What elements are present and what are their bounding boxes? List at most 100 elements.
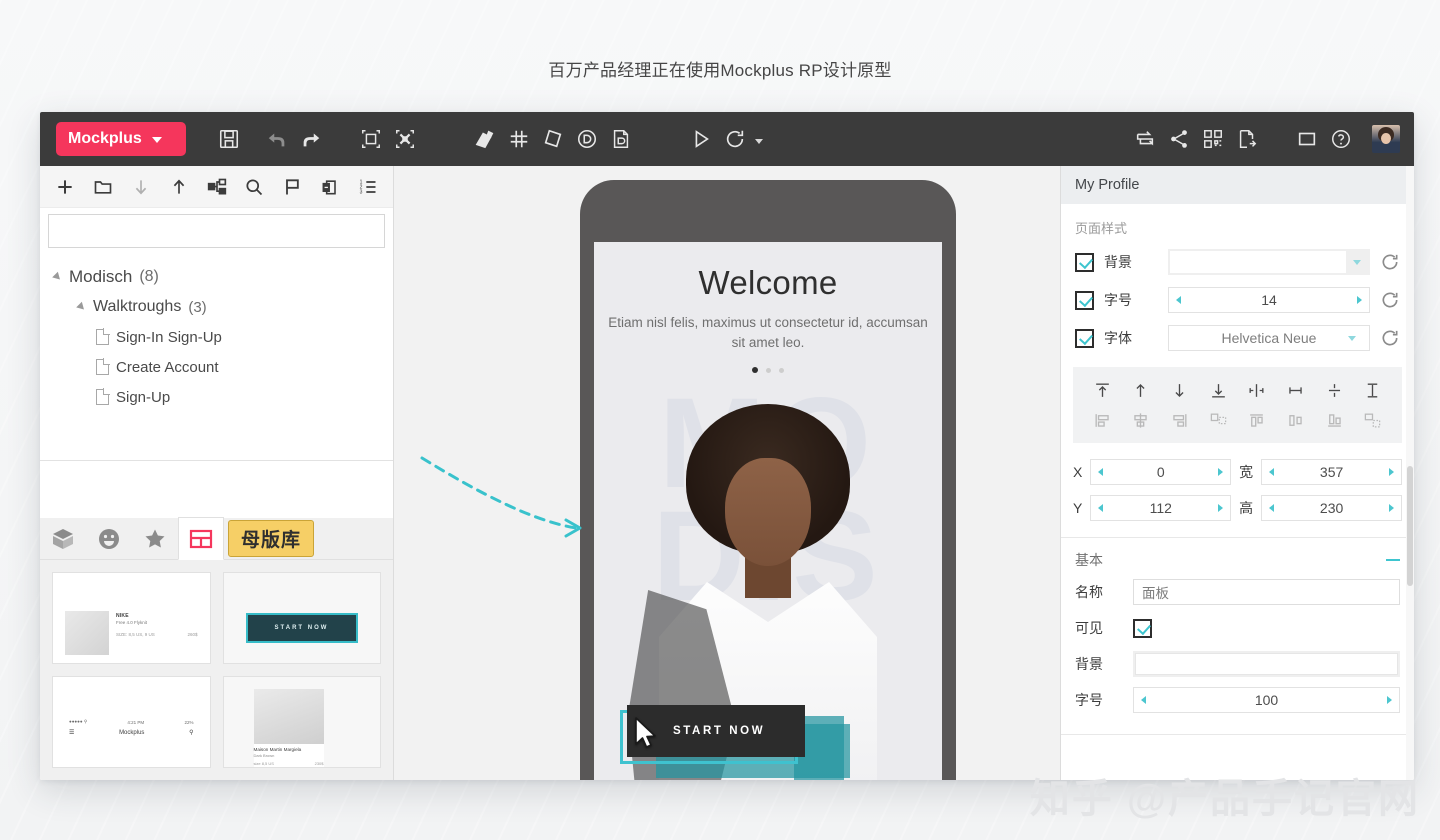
- right-panel-scrollbar[interactable]: [1406, 166, 1414, 780]
- library-card-mobile-header[interactable]: ●●●●● ⚲ 4:21 PM 22% ☰ Mockplus ⚲: [52, 676, 211, 768]
- qrcode-icon[interactable]: [1196, 122, 1230, 156]
- width-stepper[interactable]: 357: [1261, 459, 1402, 485]
- align-bottom-out-icon[interactable]: [1199, 375, 1238, 405]
- basic-section-header[interactable]: 基本: [1061, 538, 1414, 574]
- decrement-icon[interactable]: [1098, 504, 1103, 512]
- triangle-expanded-icon[interactable]: [52, 272, 63, 283]
- font-family-checkbox[interactable]: [1075, 329, 1094, 348]
- search-input[interactable]: [49, 215, 384, 247]
- decrement-icon[interactable]: [1098, 468, 1103, 476]
- color-swatch[interactable]: [1170, 251, 1346, 273]
- align-right-edge-icon[interactable]: [1315, 405, 1354, 435]
- tree-item-modisch[interactable]: Modisch (8): [40, 262, 393, 292]
- tree-item-create-account[interactable]: Create Account: [40, 352, 393, 382]
- name-input[interactable]: 面板: [1133, 579, 1400, 605]
- library-card-nike[interactable]: NIKE Free 4.0 Flyknit SIZE: 8,5 US, 9 US…: [52, 572, 211, 664]
- color-swatch[interactable]: [1135, 653, 1398, 675]
- align-right-icon[interactable]: [1160, 405, 1199, 435]
- sitemap-icon[interactable]: [198, 167, 236, 207]
- reset-font-family-icon[interactable]: [1380, 328, 1400, 348]
- increment-icon[interactable]: [1389, 468, 1394, 476]
- align-matrix-icon[interactable]: [1199, 405, 1238, 435]
- sync-icon[interactable]: [718, 122, 752, 156]
- design-canvas[interactable]: Welcome Etiam nisl felis, maximus ut con…: [394, 166, 1060, 780]
- align-top-icon[interactable]: [1122, 375, 1161, 405]
- increment-icon[interactable]: [1389, 504, 1394, 512]
- align-group-icon[interactable]: [1353, 405, 1392, 435]
- tree-item-sign-up[interactable]: Sign-Up: [40, 382, 393, 412]
- align-bottom-icon[interactable]: [1160, 375, 1199, 405]
- increment-icon[interactable]: [1218, 468, 1223, 476]
- tree-item-sign-in-sign-up[interactable]: Sign-In Sign-Up: [40, 322, 393, 352]
- reset-font-size-icon[interactable]: [1380, 290, 1400, 310]
- move-down-icon[interactable]: [122, 167, 160, 207]
- scrollbar-thumb[interactable]: [1407, 466, 1413, 586]
- move-up-icon[interactable]: [160, 167, 198, 207]
- space-vertical-icon[interactable]: [1315, 375, 1354, 405]
- page-icon[interactable]: [604, 122, 638, 156]
- height-stepper[interactable]: 230: [1261, 495, 1402, 521]
- order-list-icon[interactable]: 1 2 3: [349, 167, 387, 207]
- align-left-icon[interactable]: [1083, 405, 1122, 435]
- phone-screen[interactable]: Welcome Etiam nisl felis, maximus ut con…: [594, 242, 942, 780]
- ungroup-icon[interactable]: [388, 122, 422, 156]
- increment-icon[interactable]: [1357, 296, 1362, 304]
- sidebar-item-icons[interactable]: [86, 518, 132, 560]
- decrement-icon[interactable]: [1141, 696, 1146, 704]
- brand-menu-button[interactable]: Mockplus: [56, 122, 186, 156]
- sticky-note-icon[interactable]: [468, 122, 502, 156]
- undo-icon[interactable]: [260, 122, 294, 156]
- distribute-horizontal-icon[interactable]: [1276, 375, 1315, 405]
- space-horizontal-icon[interactable]: [1353, 375, 1392, 405]
- visible-checkbox[interactable]: [1133, 619, 1152, 638]
- avatar[interactable]: [1372, 125, 1400, 153]
- group-icon[interactable]: [354, 122, 388, 156]
- sync-chevron-down-icon[interactable]: [755, 139, 763, 144]
- font-size-stepper[interactable]: 14: [1168, 287, 1370, 313]
- start-now-cta[interactable]: START NOW: [620, 710, 798, 764]
- decrement-icon[interactable]: [1176, 296, 1181, 304]
- help-icon[interactable]: [1324, 122, 1358, 156]
- increment-icon[interactable]: [1387, 696, 1392, 704]
- basic-background-color-field[interactable]: [1133, 651, 1400, 677]
- align-left-edge-icon[interactable]: [1238, 405, 1277, 435]
- collapse-minus-icon[interactable]: [1386, 559, 1400, 561]
- sidebar-item-favorites[interactable]: [132, 518, 178, 560]
- fullscreen-icon[interactable]: [1290, 122, 1324, 156]
- align-top-out-icon[interactable]: [1083, 375, 1122, 405]
- flag-icon[interactable]: [273, 167, 311, 207]
- tree-item-walktroughs[interactable]: Walktroughs (3): [40, 292, 393, 322]
- decrement-icon[interactable]: [1269, 504, 1274, 512]
- distribute-vertical-icon[interactable]: [1238, 375, 1277, 405]
- basic-font-size-stepper[interactable]: 100: [1133, 687, 1400, 713]
- preview-icon[interactable]: [684, 122, 718, 156]
- folder-icon[interactable]: [84, 167, 122, 207]
- search-icon[interactable]: [235, 167, 273, 207]
- decrement-icon[interactable]: [1269, 468, 1274, 476]
- carousel-dot[interactable]: [766, 368, 771, 373]
- shape-icon[interactable]: [536, 122, 570, 156]
- y-stepper[interactable]: 112: [1090, 495, 1231, 521]
- align-center-icon[interactable]: [1122, 405, 1161, 435]
- font-size-checkbox[interactable]: [1075, 291, 1094, 310]
- redo-icon[interactable]: [294, 122, 328, 156]
- background-color-field[interactable]: [1168, 249, 1370, 275]
- export-icon[interactable]: [1230, 122, 1264, 156]
- chevron-down-icon[interactable]: [1353, 260, 1361, 265]
- sidebar-item-masters[interactable]: [178, 517, 224, 560]
- carousel-dots[interactable]: [594, 367, 942, 373]
- carousel-dot-active[interactable]: [752, 367, 758, 373]
- chevron-down-icon[interactable]: [1348, 336, 1356, 341]
- save-icon[interactable]: [212, 122, 246, 156]
- add-page-icon[interactable]: [46, 167, 84, 207]
- triangle-expanded-icon[interactable]: [76, 302, 87, 313]
- x-stepper[interactable]: 0: [1090, 459, 1231, 485]
- flow-icon[interactable]: [1128, 122, 1162, 156]
- reset-background-icon[interactable]: [1380, 252, 1400, 272]
- background-checkbox[interactable]: [1075, 253, 1094, 272]
- grid-icon[interactable]: [502, 122, 536, 156]
- library-card-start-now[interactable]: START NOW: [223, 572, 382, 664]
- library-card-maison[interactable]: Maison Martin Margiela Dark Brown size 8…: [223, 676, 382, 768]
- align-middle-icon[interactable]: [1276, 405, 1315, 435]
- font-family-select[interactable]: Helvetica Neue: [1168, 325, 1370, 351]
